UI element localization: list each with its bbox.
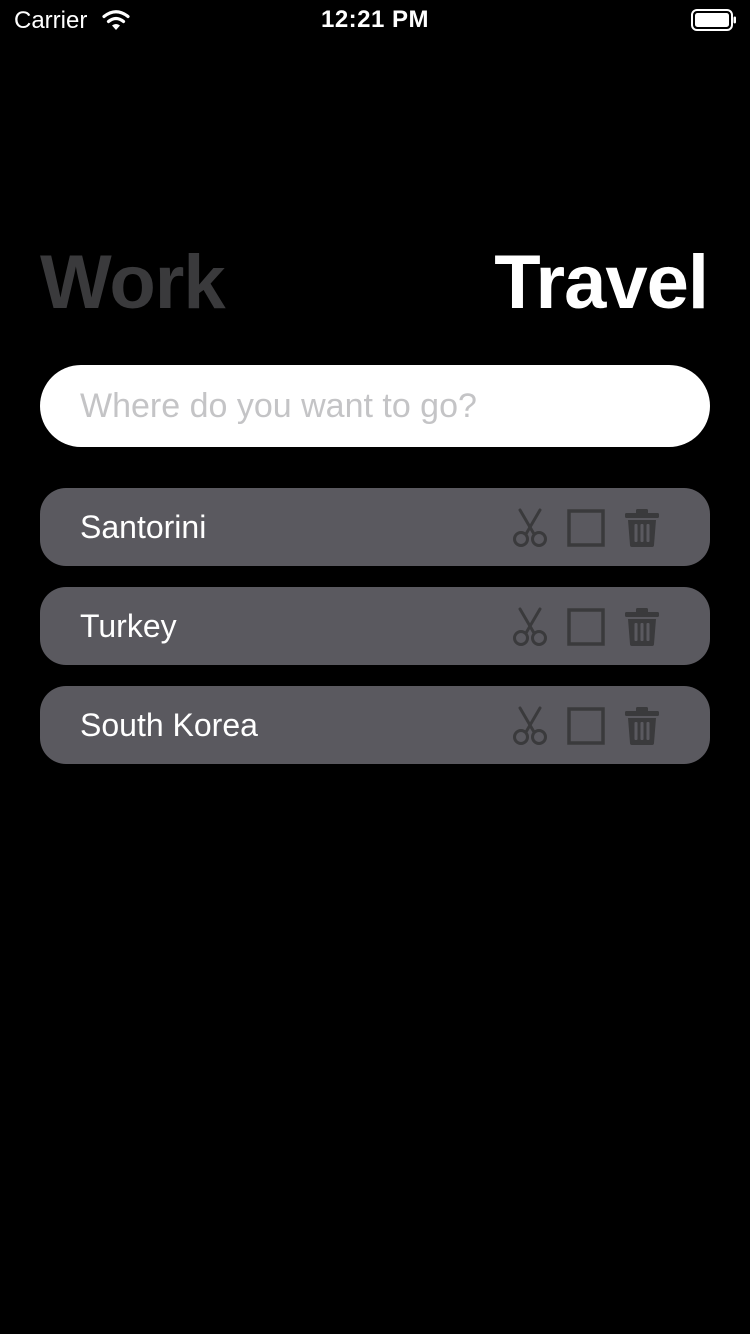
list-item[interactable]: South Korea (40, 686, 710, 764)
destination-input[interactable] (80, 365, 670, 447)
trash-icon[interactable] (622, 508, 662, 548)
item-actions (494, 607, 662, 647)
checkbox-icon[interactable] (566, 607, 606, 647)
checkbox-icon[interactable] (566, 508, 606, 548)
list-item[interactable]: Turkey (40, 587, 710, 665)
search-field (40, 365, 710, 447)
status-time: 12:21 PM (320, 6, 430, 33)
todo-text: Turkey (80, 608, 177, 644)
trash-icon[interactable] (622, 706, 662, 746)
item-actions (494, 508, 662, 548)
trash-icon[interactable] (622, 607, 662, 647)
todo-text: Santorini (80, 509, 207, 545)
tab-work[interactable]: Work (40, 238, 226, 328)
item-actions (494, 706, 662, 746)
scissors-icon[interactable] (510, 706, 550, 746)
tab-travel[interactable]: Travel (494, 238, 709, 328)
todo-text: South Korea (80, 707, 258, 743)
list-item[interactable]: Santorini (40, 488, 710, 566)
todo-list: Santorini Turkey South Korea (40, 488, 710, 785)
battery-icon (691, 9, 736, 31)
category-tabs: Work Travel (40, 238, 710, 328)
status-bar: Carrier 12:21 PM (0, 0, 750, 40)
scissors-icon[interactable] (510, 607, 550, 647)
checkbox-icon[interactable] (566, 706, 606, 746)
scissors-icon[interactable] (510, 508, 550, 548)
